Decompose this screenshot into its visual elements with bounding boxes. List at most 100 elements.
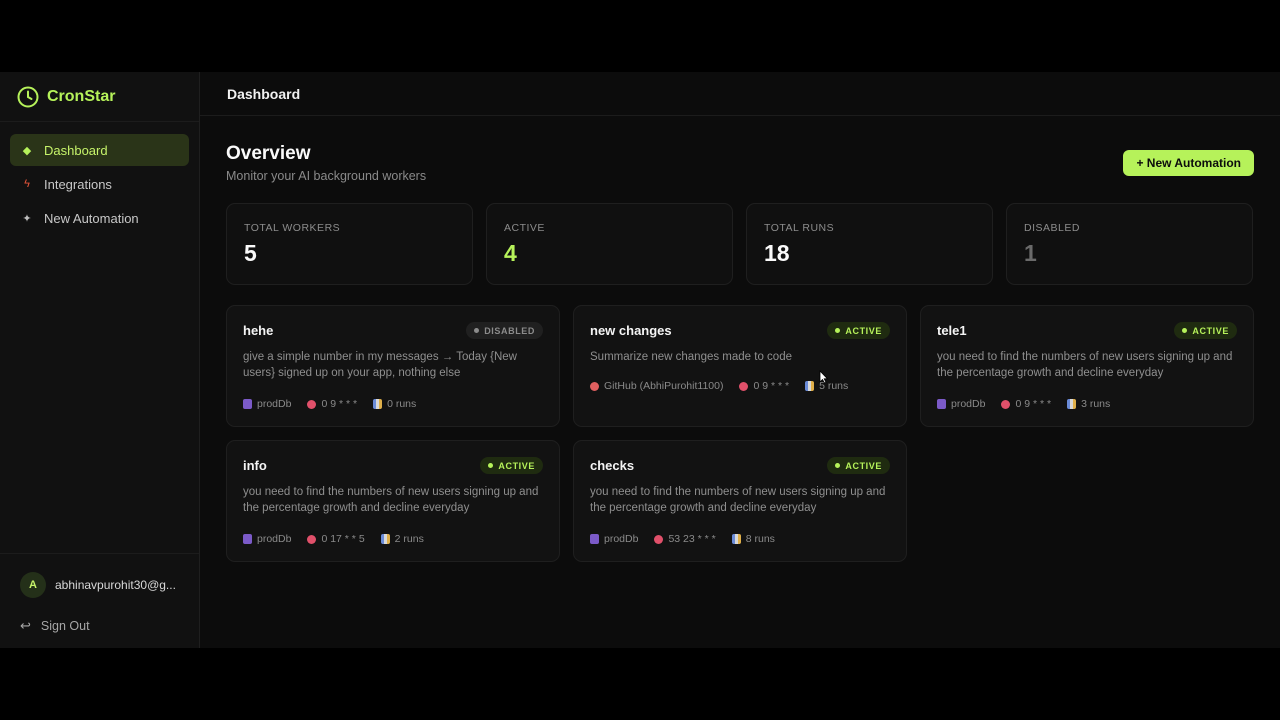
sidebar-nav: ◆ Dashboard ϟ Integrations ✦ New Automat… [0, 122, 199, 246]
page-subtitle: Monitor your AI background workers [226, 169, 427, 183]
stat-card-total-runs: TOTAL RUNS 18 [746, 203, 993, 285]
meta-cron: 0 9 * * * [321, 398, 358, 410]
database-icon [590, 534, 599, 544]
meta-runs-label: 0 runs [387, 398, 417, 410]
avatar: A [20, 572, 46, 598]
stat-card-active: ACTIVE 4 [486, 203, 733, 285]
worker-grid: hehe DISABLED give a simple number in my… [226, 305, 1254, 562]
worker-card[interactable]: info ACTIVE you need to find the numbers… [226, 440, 560, 562]
brand-name: CronStar [47, 87, 116, 105]
bar-chart-icon [1067, 399, 1077, 409]
worker-card[interactable]: checks ACTIVE you need to find the numbe… [573, 440, 907, 562]
stat-value: 18 [764, 240, 790, 266]
clock-logo-icon [17, 86, 39, 107]
sign-out-label: Sign Out [40, 619, 90, 633]
sidebar-item-integrations[interactable]: ϟ Integrations [10, 168, 189, 200]
alarm-clock-icon [307, 399, 317, 409]
sidebar-item-new-automation[interactable]: ✦ New Automation [10, 202, 189, 234]
bar-chart-icon [380, 534, 390, 544]
app-window: CronStar ◆ Dashboard ϟ Integrations ✦ Ne… [0, 72, 1280, 648]
stat-label: TOTAL RUNS [764, 222, 835, 234]
user-email: abhinavpurohit30@g... [55, 578, 176, 592]
status-badge: DISABLED [466, 322, 543, 339]
meta-runs: 2 runs [380, 533, 424, 545]
meta-source-label: prodDb [257, 398, 292, 410]
status-dot [1182, 328, 1188, 333]
meta-cron: 0 17 * * 5 [321, 533, 365, 545]
worker-meta: GitHub (AbhiPurohit1100) 0 9 * * * 5 run… [590, 380, 848, 392]
worker-meta: prodDb 53 23 * * * 8 runs [590, 533, 775, 545]
alarm-clock-icon [307, 534, 317, 544]
meta-cron: 53 23 * * * [668, 533, 716, 545]
sign-out-icon: ↩ [20, 618, 31, 633]
worker-meta: prodDb 0 9 * * * 0 runs [243, 398, 416, 410]
worker-description: give a simple number in my messages → To… [243, 351, 517, 379]
meta-source: prodDb [243, 533, 291, 545]
page-header-title: Dashboard [227, 85, 301, 102]
sparkle-icon: ✦ [22, 212, 32, 225]
bar-chart-icon [731, 534, 741, 544]
sidebar-item-label: Dashboard [44, 142, 108, 158]
database-icon [937, 399, 946, 409]
meta-runs: 0 runs [373, 398, 416, 410]
stat-card-total-workers: TOTAL WORKERS 5 [226, 203, 473, 285]
stat-value: 5 [244, 240, 257, 266]
stat-value: 1 [1024, 240, 1037, 266]
stat-label: TOTAL WORKERS [244, 222, 341, 234]
worker-description: Summarize new changes made to code [590, 351, 792, 363]
status-label: ACTIVE [498, 460, 535, 471]
worker-description: you need to find the numbers of new user… [243, 486, 539, 514]
meta-cron: 0 9 * * * [753, 380, 790, 392]
status-label: ACTIVE [845, 325, 882, 336]
meta-schedule: 0 9 * * * [1001, 398, 1051, 410]
status-badge: ACTIVE [480, 457, 543, 474]
stat-card-disabled: DISABLED 1 [1006, 203, 1253, 285]
database-icon [243, 399, 252, 409]
bolt-icon: ϟ [24, 178, 30, 190]
alarm-clock-icon [654, 534, 664, 544]
meta-schedule: 0 9 * * * [307, 398, 357, 410]
user-profile[interactable]: A abhinavpurohit30@g... [20, 572, 179, 598]
main-area: Dashboard Overview Monitor your AI backg… [200, 72, 1280, 648]
stat-value: 4 [504, 240, 517, 266]
status-dot [488, 463, 494, 468]
meta-schedule: 0 17 * * 5 [307, 533, 365, 545]
status-badge: ACTIVE [827, 322, 890, 339]
worker-meta: prodDb 0 9 * * * 3 runs [937, 398, 1110, 410]
content: Overview Monitor your AI background work… [200, 116, 1280, 648]
meta-runs-label: 3 runs [1081, 398, 1111, 410]
worker-description: you need to find the numbers of new user… [937, 351, 1233, 379]
brand[interactable]: CronStar [0, 72, 199, 122]
meta-runs: 3 runs [1067, 398, 1110, 410]
meta-source-label: prodDb [951, 398, 986, 410]
sidebar-item-label: Integrations [44, 176, 112, 192]
bar-chart-icon [805, 381, 815, 391]
status-badge: ACTIVE [827, 457, 890, 474]
status-label: ACTIVE [1192, 325, 1229, 336]
worker-description: you need to find the numbers of new user… [590, 486, 886, 514]
sidebar-item-dashboard[interactable]: ◆ Dashboard [10, 134, 189, 166]
meta-schedule: 0 9 * * * [739, 380, 789, 392]
meta-source: GitHub (AbhiPurohit1100) [590, 380, 723, 392]
status-dot [835, 328, 841, 333]
meta-schedule: 53 23 * * * [654, 533, 716, 545]
status-dot [474, 328, 480, 333]
meta-source: prodDb [937, 398, 985, 410]
status-dot [835, 463, 841, 468]
worker-card[interactable]: hehe DISABLED give a simple number in my… [226, 305, 560, 427]
worker-card[interactable]: new changes ACTIVE Summarize new changes… [573, 305, 907, 427]
status-label: DISABLED [484, 325, 535, 336]
mouse-cursor-icon [819, 370, 829, 384]
stats-row: TOTAL WORKERS 5 ACTIVE 4 TOTAL RUNS 18 D… [226, 203, 1254, 285]
status-badge: ACTIVE [1174, 322, 1237, 339]
meta-source: prodDb [590, 533, 638, 545]
meta-source-label: prodDb [604, 533, 639, 545]
worker-card[interactable]: tele1 ACTIVE you need to find the number… [920, 305, 1254, 427]
meta-cron: 0 9 * * * [1015, 398, 1052, 410]
diamond-icon: ◆ [22, 144, 32, 157]
meta-runs-label: 2 runs [394, 533, 424, 545]
github-icon [590, 381, 599, 391]
alarm-clock-icon [739, 381, 749, 391]
new-automation-button[interactable]: + New Automation [1123, 150, 1254, 176]
sign-out-button[interactable]: ↩ Sign Out [20, 618, 179, 634]
